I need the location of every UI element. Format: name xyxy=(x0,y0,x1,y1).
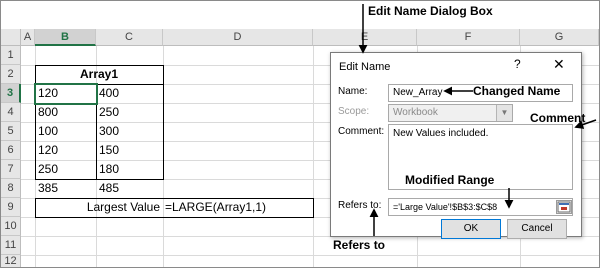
name-label: Name: xyxy=(338,86,368,97)
row-header-8[interactable]: 8 xyxy=(1,179,21,198)
row-header-4[interactable]: 4 xyxy=(1,103,21,122)
cell-b5[interactable]: 100 xyxy=(35,122,96,141)
gridline xyxy=(313,46,314,268)
column-header-d[interactable]: D xyxy=(163,29,313,46)
cell-c3[interactable]: 400 xyxy=(96,84,163,103)
cell-b8[interactable]: 385 xyxy=(35,179,96,198)
scope-label: Scope: xyxy=(338,106,370,117)
cell-b7[interactable]: 250 xyxy=(35,160,96,179)
column-header-e[interactable]: E xyxy=(313,29,417,46)
scope-dropdown-value: Workbook xyxy=(393,107,438,118)
active-cell-cursor xyxy=(34,83,98,105)
array1-header-cell[interactable]: Array1 xyxy=(35,65,163,84)
refers-to-value: ='Large Value'!$B$3:$C$8 xyxy=(393,202,498,212)
comment-label: Comment: xyxy=(338,126,385,137)
cell-c6[interactable]: 150 xyxy=(96,141,163,160)
comment-value: New Values included. xyxy=(393,128,489,139)
annotation-changed-name: Changed Name xyxy=(473,84,561,98)
largest-value-formula[interactable]: =LARGE(Array1,1) xyxy=(163,198,313,217)
cell-b4[interactable]: 800 xyxy=(35,103,96,122)
largest-value-label[interactable]: Largest Value xyxy=(35,198,163,217)
row-header-6[interactable]: 6 xyxy=(1,141,21,160)
column-header-a[interactable]: A xyxy=(21,29,35,46)
close-icon[interactable]: ✕ xyxy=(553,56,565,73)
row-header-10[interactable]: 10 xyxy=(1,217,21,236)
annotation-refers-to: Refers to xyxy=(333,238,386,252)
refers-to-label: Refers to: xyxy=(338,200,382,211)
row-header-9[interactable]: 9 xyxy=(1,198,21,217)
column-header-g[interactable]: G xyxy=(520,29,599,46)
annotation-comment: Comment xyxy=(530,111,586,125)
name-field-value: New_Array xyxy=(393,87,443,98)
row-header-12[interactable]: 12 xyxy=(1,255,21,268)
cell-b6[interactable]: 120 xyxy=(35,141,96,160)
cell-c8[interactable]: 485 xyxy=(96,179,163,198)
column-header-f[interactable]: F xyxy=(417,29,520,46)
row-header-11[interactable]: 11 xyxy=(1,236,21,255)
cell-c5[interactable]: 300 xyxy=(96,122,163,141)
chevron-down-icon: ▼ xyxy=(496,105,512,121)
dialog-title: Edit Name xyxy=(339,61,391,73)
cell-c4[interactable]: 250 xyxy=(96,103,163,122)
refers-to-field[interactable]: ='Large Value'!$B$3:$C$8 xyxy=(388,198,573,216)
edit-name-dialog: Edit Name ? ✕ Name: New_Array Scope: Wor… xyxy=(330,52,582,239)
gridline xyxy=(21,255,600,256)
annotation-modified-range: Modified Range xyxy=(405,173,495,187)
row-header-3[interactable]: 3 xyxy=(1,84,21,103)
column-header-c[interactable]: C xyxy=(96,29,163,46)
row-header-1[interactable]: 1 xyxy=(1,46,21,65)
cell-c7[interactable]: 180 xyxy=(96,160,163,179)
row-header-7[interactable]: 7 xyxy=(1,160,21,179)
scope-dropdown: Workbook ▼ xyxy=(388,104,513,122)
row-header-5[interactable]: 5 xyxy=(1,122,21,141)
collapse-dialog-icon[interactable] xyxy=(556,200,572,214)
select-all-corner[interactable] xyxy=(1,29,21,46)
column-header-b[interactable]: B xyxy=(35,29,96,46)
ok-button[interactable]: OK xyxy=(441,219,501,239)
row-header-2[interactable]: 2 xyxy=(1,65,21,84)
help-icon[interactable]: ? xyxy=(514,57,521,71)
annotation-edit-name-dialog-box: Edit Name Dialog Box xyxy=(368,4,493,18)
cancel-button[interactable]: Cancel xyxy=(507,219,567,239)
